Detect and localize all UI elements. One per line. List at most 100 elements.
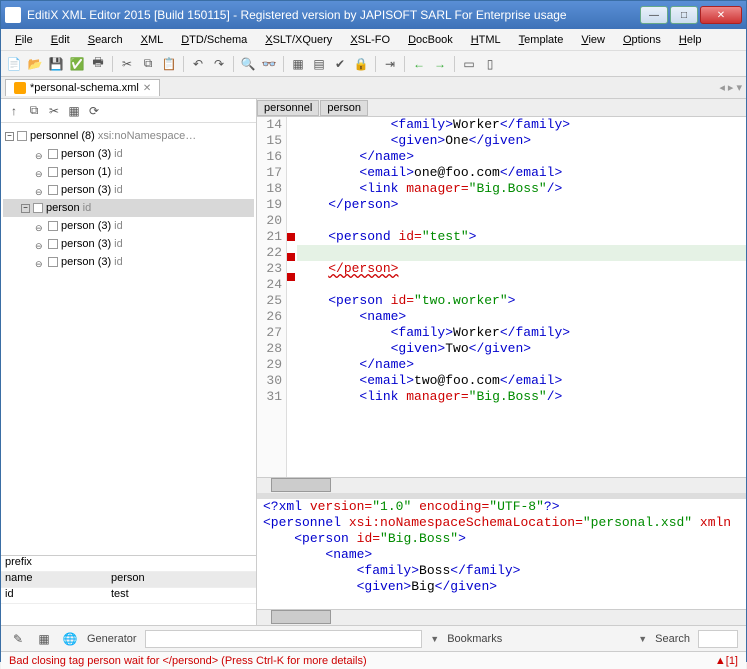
horizontal-scrollbar-2[interactable]	[257, 609, 746, 625]
cut-icon[interactable]: ✂	[118, 55, 136, 73]
key-icon	[35, 186, 45, 194]
menu-template[interactable]: Template	[511, 32, 572, 48]
horizontal-scrollbar[interactable]	[257, 477, 746, 493]
key-icon	[35, 222, 45, 230]
breadcrumb-item[interactable]: person	[320, 100, 368, 116]
menu-xslfo[interactable]: XSL-FO	[342, 32, 398, 48]
edit-icon[interactable]: ✎	[9, 630, 27, 648]
tree-toggle-icon[interactable]: −	[5, 132, 14, 141]
menu-search[interactable]: Search	[80, 32, 131, 48]
paste-icon[interactable]: 📋	[160, 55, 178, 73]
document-tab[interactable]: *personal-schema.xml ✕	[5, 79, 160, 96]
tree-row[interactable]: person (3) id	[3, 181, 254, 199]
search-field[interactable]	[698, 630, 738, 648]
element-icon	[17, 131, 27, 141]
menu-view[interactable]: View	[573, 32, 613, 48]
xml-file-icon	[14, 82, 26, 94]
element-icon	[48, 167, 58, 177]
chevron-down-icon[interactable]: ▼	[430, 634, 439, 644]
maximize-button[interactable]: □	[670, 6, 698, 24]
bookmarks-label: Bookmarks	[447, 633, 502, 645]
browser-icon[interactable]: 🌐	[61, 630, 79, 648]
tree-attr: id	[114, 238, 123, 250]
save-icon[interactable]: 💾	[47, 55, 65, 73]
tree-attr: id	[114, 184, 123, 196]
close-button[interactable]: ✕	[700, 6, 742, 24]
breadcrumb-item[interactable]: personnel	[257, 100, 319, 116]
menu-edit[interactable]: Edit	[43, 32, 78, 48]
tree-copy-icon[interactable]: ⧉	[25, 102, 43, 120]
menu-html[interactable]: HTML	[463, 32, 509, 48]
new-icon[interactable]: 📄	[5, 55, 23, 73]
key-icon	[35, 240, 45, 248]
indent-icon[interactable]: ⇥	[381, 55, 399, 73]
tree-up-icon[interactable]: ↑	[5, 102, 23, 120]
generator-field[interactable]	[145, 630, 423, 648]
key-icon	[35, 150, 45, 158]
tree-row[interactable]: −person id	[3, 199, 254, 217]
editor-area: personnelperson 141516171819202122232425…	[257, 99, 746, 625]
tree-row[interactable]: person (3) id	[3, 235, 254, 253]
status-message: Bad closing tag person wait for </person…	[9, 655, 367, 667]
window-title: EditiX XML Editor 2015 [Build 150115] - …	[27, 8, 640, 22]
menu-docbook[interactable]: DocBook	[400, 32, 461, 48]
grid-icon[interactable]: ▦	[35, 630, 53, 648]
tree-row[interactable]: person (3) id	[3, 253, 254, 271]
prop-value	[111, 556, 256, 571]
binoculars-icon[interactable]: 👓	[260, 55, 278, 73]
menu-help[interactable]: Help	[671, 32, 710, 48]
copy-icon[interactable]: ⧉	[139, 55, 157, 73]
code-editor-preview[interactable]: <?xml version="1.0" encoding="UTF-8"?><p…	[257, 499, 746, 609]
tree-label: person (1)	[61, 166, 111, 178]
element-icon	[48, 221, 58, 231]
menu-dtdschema[interactable]: DTD/Schema	[173, 32, 255, 48]
find-icon[interactable]: 🔍	[239, 55, 257, 73]
menu-xml[interactable]: XML	[133, 32, 172, 48]
code-editor-main[interactable]: 141516171819202122232425262728293031 <fa…	[257, 117, 746, 477]
tab-label: *personal-schema.xml	[30, 82, 139, 94]
tree-select-icon[interactable]: ▦	[65, 102, 83, 120]
minimize-button[interactable]: —	[640, 6, 668, 24]
back-icon[interactable]: ←	[410, 55, 428, 73]
print-icon[interactable]: 🖶	[89, 55, 107, 73]
undo-icon[interactable]: ↶	[189, 55, 207, 73]
prop-key: name	[1, 572, 111, 587]
forward-icon[interactable]: →	[431, 55, 449, 73]
property-row[interactable]: prefix	[1, 556, 256, 572]
tree-row[interactable]: −personnel (8) xsi:noNamespace…	[3, 127, 254, 145]
tab-close-icon[interactable]: ✕	[143, 83, 151, 94]
property-row[interactable]: nameperson	[1, 572, 256, 588]
tree-toggle-icon[interactable]: −	[21, 204, 30, 213]
tree-attr: id	[114, 256, 123, 268]
element-icon	[48, 149, 58, 159]
menu-xsltxquery[interactable]: XSLT/XQuery	[257, 32, 340, 48]
tabs-nav[interactable]: ◂ ▸ ▾	[719, 81, 742, 94]
open-icon[interactable]: 📂	[26, 55, 44, 73]
layout-icon-2[interactable]: ▯	[481, 55, 499, 73]
tree-row[interactable]: person (1) id	[3, 163, 254, 181]
layout-icon-1[interactable]: ▭	[460, 55, 478, 73]
property-row[interactable]: idtest	[1, 588, 256, 604]
outline-tree[interactable]: −personnel (8) xsi:noNamespace…person (3…	[1, 123, 256, 555]
menu-options[interactable]: Options	[615, 32, 669, 48]
validate-icon[interactable]: ✔	[331, 55, 349, 73]
tree-row[interactable]: person (3) id	[3, 145, 254, 163]
bottom-toolbar: ✎ ▦ 🌐 Generator ▼ Bookmarks ▼ Search	[1, 625, 746, 651]
key-icon	[35, 168, 45, 176]
element-icon	[48, 257, 58, 267]
tree-attr: xsi:noNamespace…	[98, 130, 196, 142]
prop-key: id	[1, 588, 111, 603]
chevron-down-icon[interactable]: ▼	[638, 634, 647, 644]
tree-attr: id	[114, 148, 123, 160]
tool-icon-2[interactable]: ▤	[310, 55, 328, 73]
tree-attr: id	[114, 166, 123, 178]
lock-icon[interactable]: 🔒	[352, 55, 370, 73]
tool-icon-1[interactable]: ▦	[289, 55, 307, 73]
tree-row[interactable]: person (3) id	[3, 217, 254, 235]
menu-file[interactable]: File	[7, 32, 41, 48]
save-check-icon[interactable]: ✅	[68, 55, 86, 73]
redo-icon[interactable]: ↷	[210, 55, 228, 73]
prop-key: prefix	[1, 556, 111, 571]
tree-cut-icon[interactable]: ✂	[45, 102, 63, 120]
tree-refresh-icon[interactable]: ⟳	[85, 102, 103, 120]
